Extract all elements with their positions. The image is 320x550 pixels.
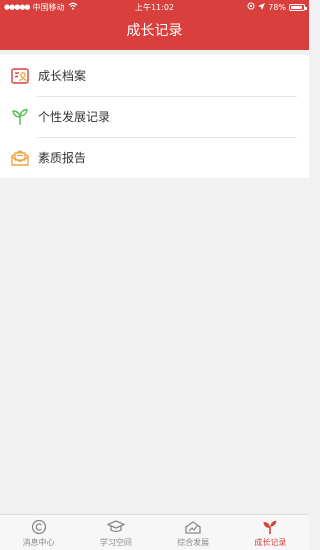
graduation-cap-icon — [106, 519, 125, 535]
menu-item-label: 个性发展记录 — [38, 110, 111, 124]
menu-item-quality-report[interactable]: 素质报告 — [0, 137, 309, 178]
battery-percent: 78% — [268, 3, 286, 12]
lock-rotation-icon — [247, 0, 255, 15]
menu-item-label: 素质报告 — [38, 151, 87, 165]
menu-list: 成长档案 个性发展记录 素质报告 — [0, 55, 309, 178]
battery-icon — [289, 4, 307, 11]
bottom-tab-bar: 消息中心 学习空间 综合发展 成长记录 — [0, 514, 309, 550]
tab-label: 综合发展 — [177, 538, 210, 547]
menu-item-personal-development[interactable]: 个性发展记录 — [0, 96, 309, 137]
tab-comprehensive-development[interactable]: 综合发展 — [155, 515, 232, 550]
tab-label: 消息中心 — [22, 538, 55, 547]
development-icon — [184, 519, 202, 535]
tab-growth-record[interactable]: 成长记录 — [232, 515, 309, 550]
tab-message-center[interactable]: 消息中心 — [0, 515, 77, 550]
top-header: ●●●●● 中国移动 上午11:02 78% 成长记录 — [0, 0, 309, 50]
menu-item-growth-profile[interactable]: 成长档案 — [0, 55, 309, 96]
menu-item-label: 成长档案 — [38, 69, 87, 83]
location-arrow-icon — [258, 0, 266, 15]
sprout-icon — [10, 107, 30, 127]
tab-label: 学习空间 — [99, 538, 132, 547]
status-bar: ●●●●● 中国移动 上午11:02 78% — [0, 0, 309, 15]
page-title: 成长记录 — [126, 23, 183, 39]
tab-label: 成长记录 — [254, 538, 287, 547]
sprout-icon — [261, 519, 279, 535]
profile-card-icon — [10, 66, 30, 86]
message-icon — [30, 519, 48, 535]
report-envelope-icon — [10, 148, 30, 168]
tab-learning-space[interactable]: 学习空间 — [77, 515, 154, 550]
